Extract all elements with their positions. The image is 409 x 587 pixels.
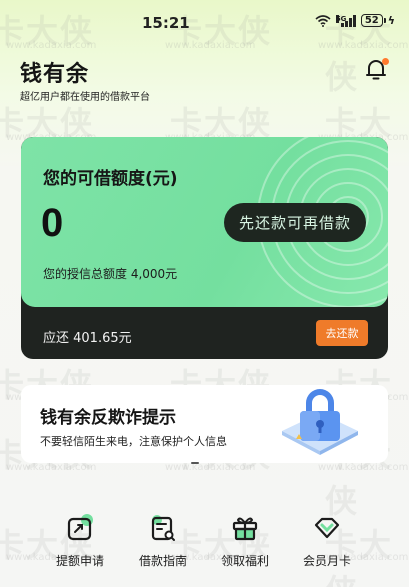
lock-shield-icon bbox=[282, 389, 358, 455]
watermark-url: www.kadaxia.com bbox=[318, 462, 409, 473]
wifi-icon bbox=[315, 14, 331, 27]
charging-icon: ϟ bbox=[387, 14, 395, 27]
app-title: 钱有余 bbox=[20, 62, 90, 87]
notification-dot bbox=[382, 58, 389, 65]
anti-fraud-banner[interactable]: 钱有余反欺诈提示 不要轻信陌生来电，注意保护个人信息 bbox=[21, 385, 388, 463]
credit-label: 您的可借额度(元) bbox=[43, 169, 178, 189]
limit-increase-icon bbox=[67, 514, 93, 541]
membership-card-icon bbox=[314, 517, 340, 539]
anti-fraud-description: 不要轻信陌生来电，注意保护个人信息 bbox=[40, 435, 227, 448]
watermark-url: www.kadaxia.com bbox=[165, 462, 256, 473]
credit-card: 您的可借额度(元) 0 先还款可再借款 您的授信总额度 4,000元 应还 40… bbox=[21, 137, 388, 359]
network-type: 5G bbox=[335, 14, 347, 23]
shortcut-membership-card[interactable]: 会员月卡 bbox=[287, 505, 367, 569]
anti-fraud-title: 钱有余反欺诈提示 bbox=[40, 408, 176, 428]
repay-first-button[interactable]: 先还款可再借款 bbox=[224, 203, 366, 242]
status-bar: 15:21 5G 52 ϟ bbox=[0, 0, 409, 44]
signal-icon: 5G bbox=[335, 14, 356, 27]
shortcut-label: 借款指南 bbox=[138, 554, 187, 568]
credit-amount: 0 bbox=[41, 201, 64, 245]
shortcut-limit-increase[interactable]: 提额申请 bbox=[40, 505, 120, 569]
app-subtitle: 超亿用户都在使用的借款平台 bbox=[20, 92, 150, 103]
go-repay-button[interactable]: 去还款 bbox=[316, 320, 368, 346]
shortcut-label: 提额申请 bbox=[55, 554, 104, 568]
shortcut-claim-benefits[interactable]: 领取福利 bbox=[205, 505, 285, 569]
shortcut-loan-guide[interactable]: 借款指南 bbox=[123, 505, 203, 569]
status-indicators: 5G 52 ϟ bbox=[315, 14, 395, 27]
status-time: 15:21 bbox=[142, 14, 190, 32]
pager-indicator bbox=[191, 462, 199, 464]
total-limit-text: 您的授信总额度 4,000元 bbox=[43, 267, 178, 281]
battery-level: 52 bbox=[360, 14, 383, 27]
guide-icon bbox=[151, 515, 175, 541]
watermark-url: www.kadaxia.com bbox=[6, 462, 97, 473]
shortcut-label: 会员月卡 bbox=[302, 554, 351, 568]
gift-icon bbox=[232, 517, 258, 541]
amount-due-text: 应还 401.65元 bbox=[43, 331, 132, 346]
credit-card-top: 您的可借额度(元) 0 先还款可再借款 您的授信总额度 4,000元 bbox=[21, 137, 388, 307]
shortcut-row: 提额申请 借款指南 领取福利 会员月卡 bbox=[0, 505, 409, 587]
shortcut-label: 领取福利 bbox=[220, 554, 269, 568]
battery-icon: 52 ϟ bbox=[360, 14, 395, 27]
